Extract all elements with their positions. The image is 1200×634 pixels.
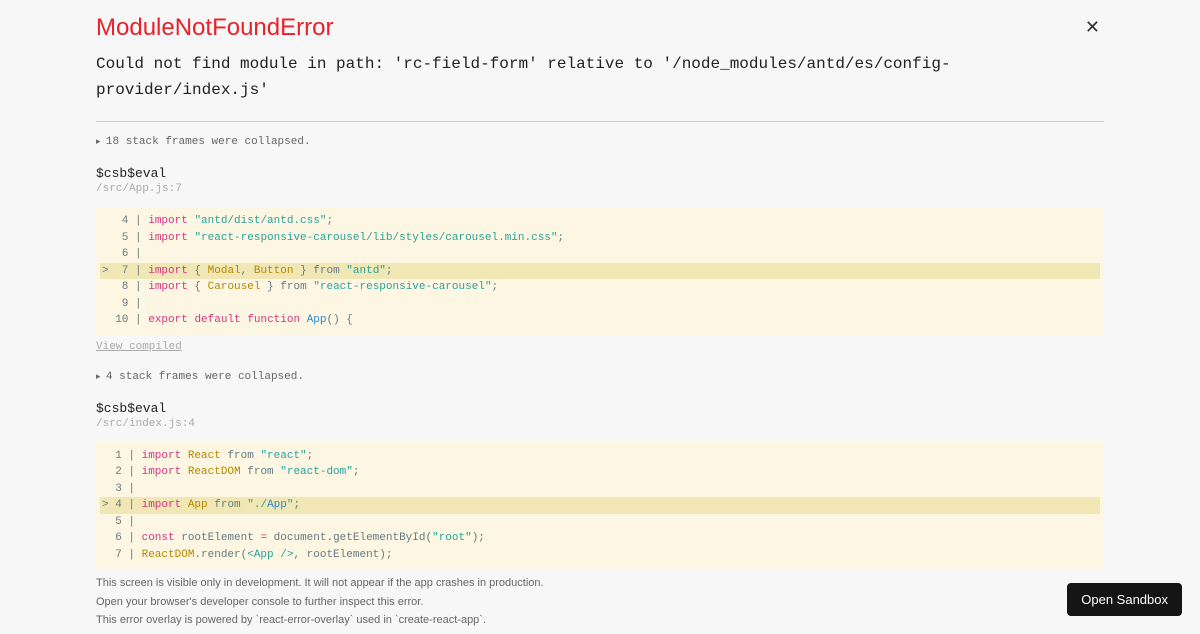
code-line-error: > 7 | import { Modal, Button } from "ant…	[100, 263, 1100, 280]
footer-line: This error overlay is powered by `react-…	[96, 612, 1104, 629]
code-line: 5 |	[100, 514, 1100, 531]
error-title: ModuleNotFoundError	[96, 14, 333, 42]
error-message: Could not find module in path: 'rc-field…	[96, 52, 1104, 103]
code-line: 6 | const rootElement = document.getElem…	[100, 530, 1100, 547]
stack-frame-function: $csb$eval	[96, 401, 1104, 416]
collapsed-frames-toggle[interactable]: 18 stack frames were collapsed.	[96, 136, 1104, 148]
close-icon[interactable]: ✕	[1081, 14, 1104, 40]
code-line: 7 | ReactDOM.render(<App />, rootElement…	[100, 547, 1100, 564]
code-snippet: 4 | import "antd/dist/antd.css"; 5 | imp…	[96, 207, 1104, 335]
footer-notes: This screen is visible only in developme…	[96, 575, 1104, 629]
stack-frame-location: /src/index.js:4	[96, 418, 1104, 430]
open-sandbox-button[interactable]: Open Sandbox	[1067, 583, 1182, 616]
view-compiled-link[interactable]: View compiled	[96, 341, 1104, 353]
code-line-error: > 4 | import App from "./App";	[100, 497, 1100, 514]
code-line: 1 | import React from "react";	[100, 448, 1100, 465]
code-line: 8 | import { Carousel } from "react-resp…	[100, 279, 1100, 296]
stack-frame-location: /src/App.js:7	[96, 183, 1104, 195]
collapsed-frames-toggle[interactable]: 4 stack frames were collapsed.	[96, 371, 1104, 383]
code-line: 6 |	[100, 246, 1100, 263]
code-line: 5 | import "react-responsive-carousel/li…	[100, 230, 1100, 247]
code-snippet: 1 | import React from "react"; 2 | impor…	[96, 442, 1104, 570]
stack-frame-function: $csb$eval	[96, 166, 1104, 181]
code-line: 4 | import "antd/dist/antd.css";	[100, 213, 1100, 230]
footer-line: Open your browser's developer console to…	[96, 594, 1104, 611]
code-line: 3 |	[100, 481, 1100, 498]
code-line: 2 | import ReactDOM from "react-dom";	[100, 464, 1100, 481]
footer-line: This screen is visible only in developme…	[96, 575, 1104, 592]
code-line: 10 | export default function App() {	[100, 312, 1100, 329]
divider	[96, 121, 1104, 122]
code-line: 9 |	[100, 296, 1100, 313]
